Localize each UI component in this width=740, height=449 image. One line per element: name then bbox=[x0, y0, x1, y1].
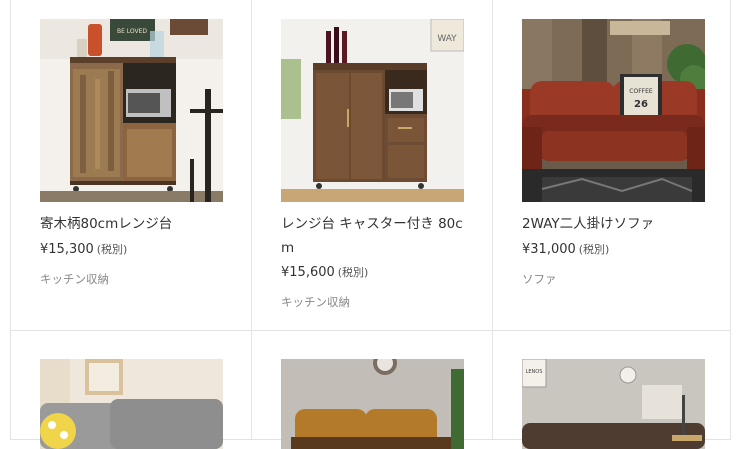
product-card-grey-sofa[interactable] bbox=[11, 331, 252, 449]
product-card-mustard-sofa[interactable] bbox=[252, 331, 493, 449]
product-image[interactable]: COFFEE 26 bbox=[522, 19, 705, 202]
product-name[interactable]: 2WAY二人掛けソファ bbox=[522, 212, 707, 236]
product-image[interactable] bbox=[40, 359, 223, 449]
sign-text: BE LOVED bbox=[117, 28, 147, 35]
product-category[interactable]: キッチン収納 bbox=[40, 271, 109, 287]
product-image[interactable]: WAY bbox=[281, 19, 464, 202]
product-name[interactable]: レンジ台 キャスター付き 80cm bbox=[281, 212, 466, 260]
product-price: ¥15,600 (税別) bbox=[281, 264, 368, 280]
product-price: ¥15,300 (税別) bbox=[40, 241, 127, 257]
product-image[interactable] bbox=[281, 359, 464, 449]
poster-text: LENOS bbox=[526, 369, 543, 375]
product-grid: BE LOVED 寄木柄80cmレンジ台 ¥15,300 (税別) キッチン収納… bbox=[10, 0, 731, 449]
product-card-sofa[interactable]: COFFEE 26 2WAY二人掛けソファ ¥31,000 (税別) ソファ bbox=[493, 0, 731, 331]
product-category[interactable]: ソファ bbox=[522, 271, 557, 287]
product-image[interactable]: BE LOVED bbox=[40, 19, 223, 202]
tax-note: (税別) bbox=[96, 243, 128, 256]
product-card-kitchen-rack-1[interactable]: BE LOVED 寄木柄80cmレンジ台 ¥15,300 (税別) キッチン収納 bbox=[11, 0, 252, 331]
pillow-number: 26 bbox=[634, 99, 648, 110]
price-value: ¥31,000 bbox=[522, 242, 576, 257]
price-value: ¥15,600 bbox=[281, 265, 335, 280]
product-image[interactable]: LENOS bbox=[522, 359, 705, 449]
product-card-brown-sofa[interactable]: LENOS bbox=[493, 331, 731, 449]
product-price: ¥31,000 (税別) bbox=[522, 241, 609, 257]
pillow-text: COFFEE bbox=[629, 88, 653, 95]
sign-text: WAY bbox=[437, 34, 457, 44]
tax-note: (税別) bbox=[578, 243, 610, 256]
product-name[interactable]: 寄木柄80cmレンジ台 bbox=[40, 212, 225, 236]
product-card-kitchen-rack-2[interactable]: WAY レンジ台 キャスター付き 80cm ¥15,600 (税別) キッチン収… bbox=[252, 0, 493, 331]
product-category[interactable]: キッチン収納 bbox=[281, 294, 350, 310]
tax-note: (税別) bbox=[337, 266, 369, 279]
price-value: ¥15,300 bbox=[40, 242, 94, 257]
